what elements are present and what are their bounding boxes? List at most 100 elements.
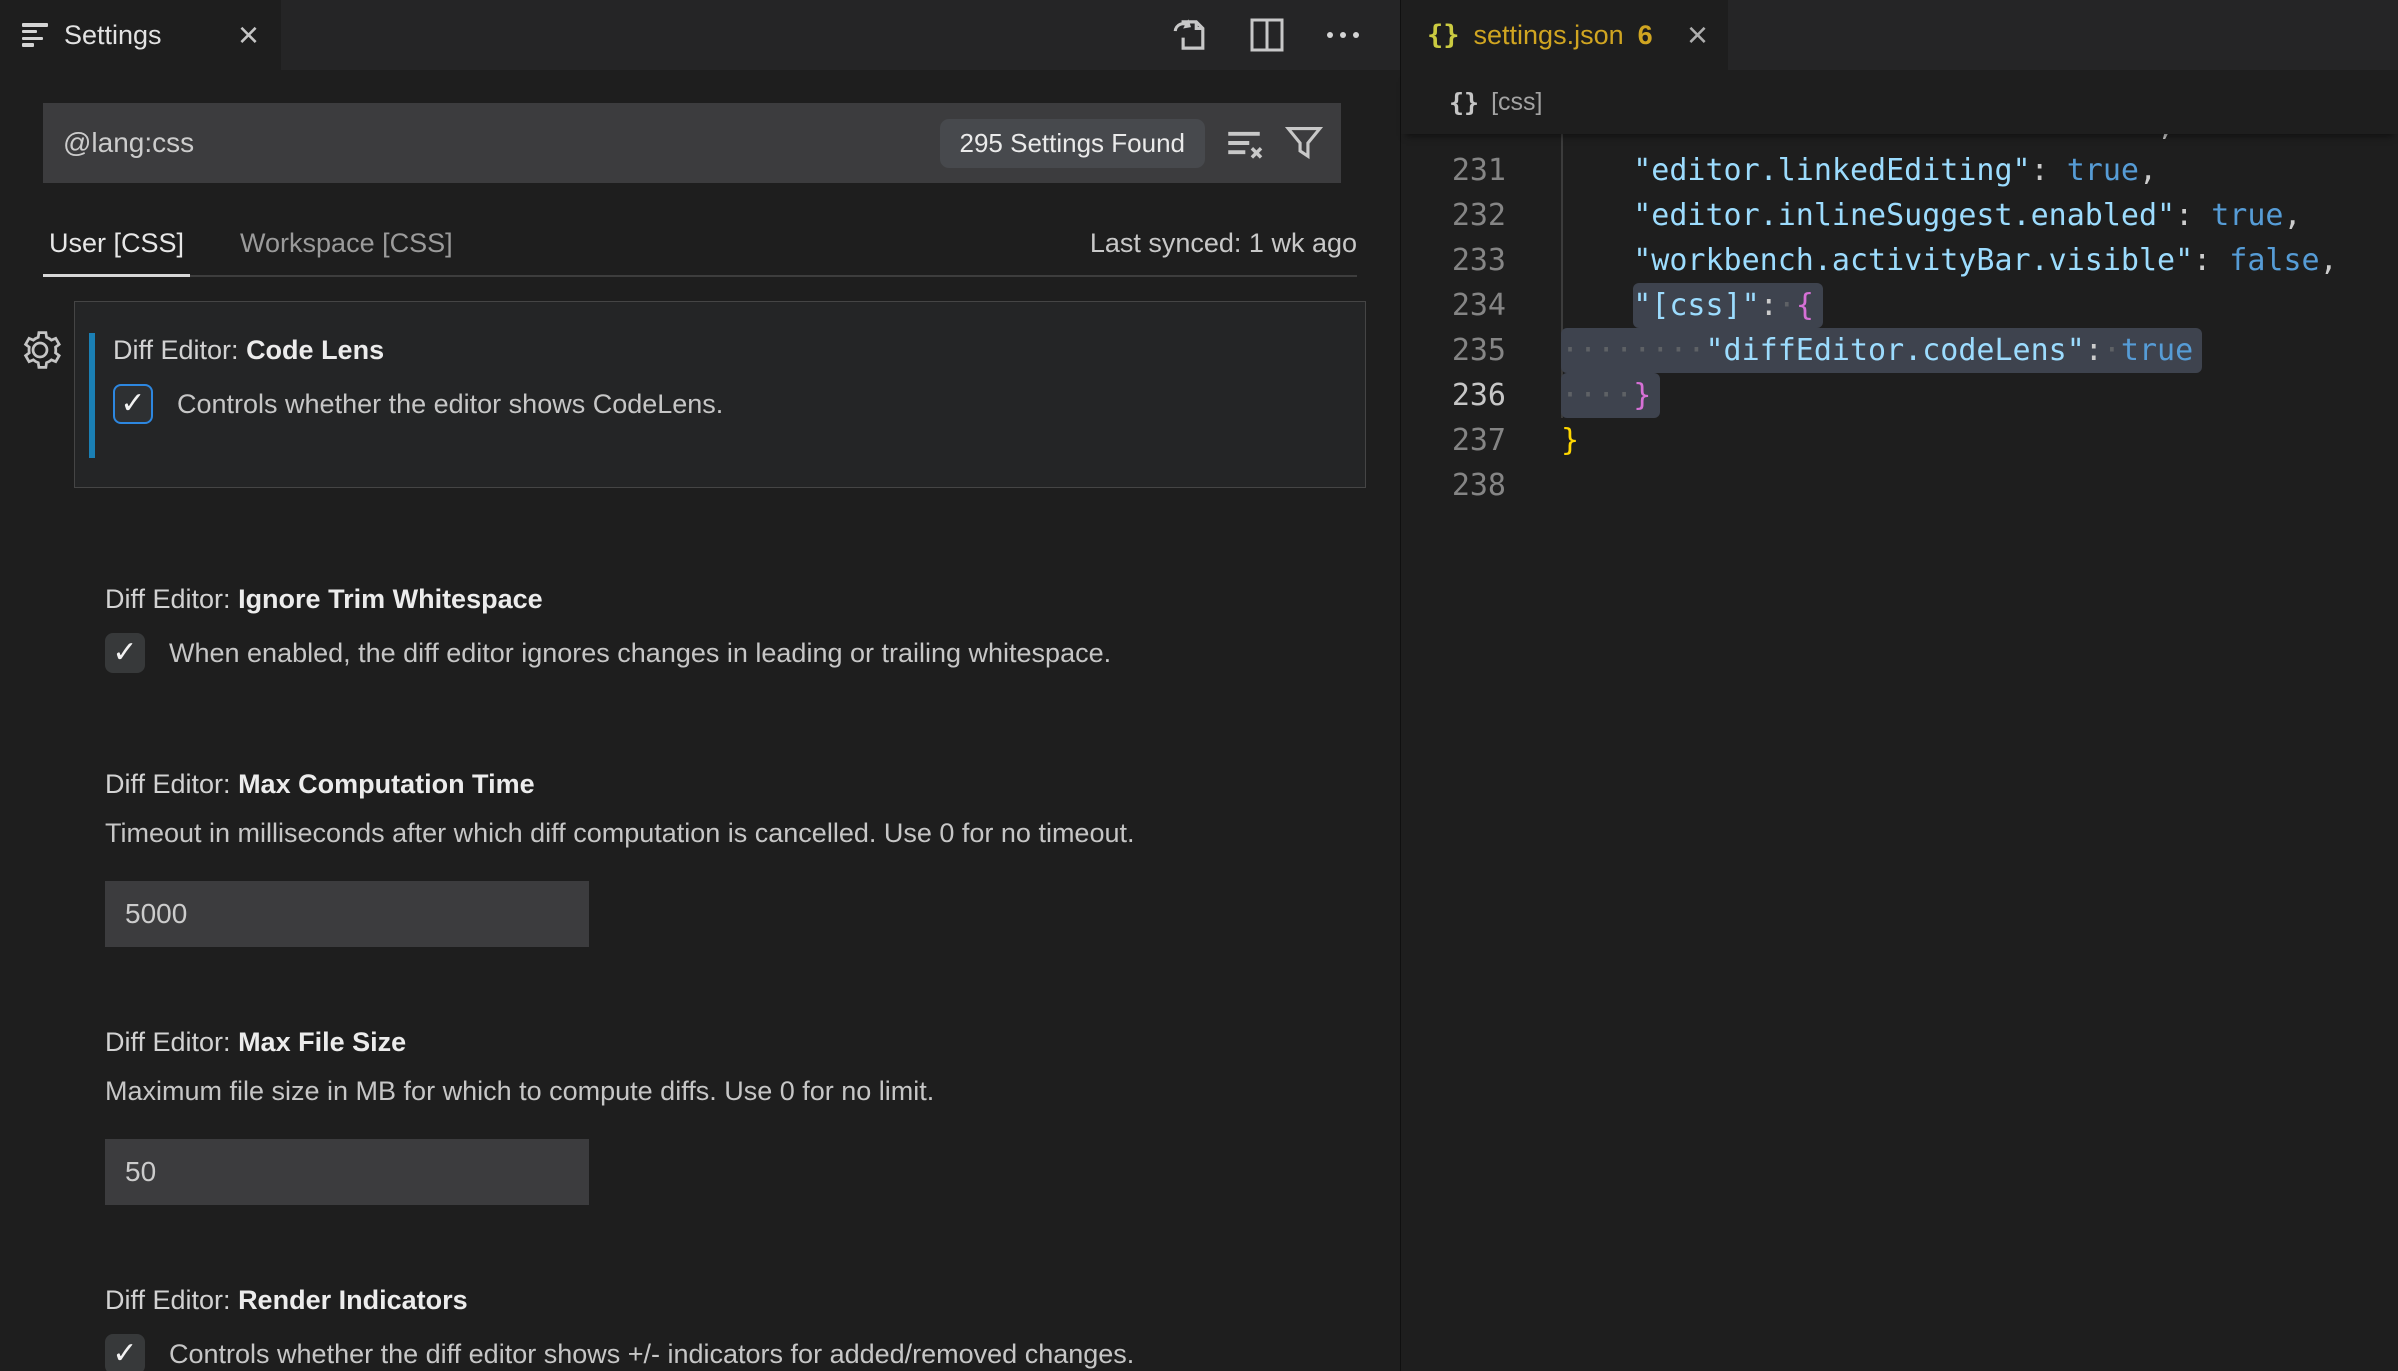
code-line[interactable]: 231 "editor.linkedEditing": true, [1401, 148, 2398, 193]
line-content: "editor.inlineSuggest.enabled": true, [1561, 193, 2398, 238]
code-area[interactable]: ,231 "editor.linkedEditing": true,232 "e… [1401, 134, 2398, 1371]
code-line[interactable]: 234 "[css]":·{ [1401, 283, 2398, 328]
setting-name-label: Max Computation Time [238, 769, 535, 799]
code-token: : [2085, 333, 2103, 368]
vscode-window: { "left": { "tab": { "label": "Settings"… [0, 0, 2398, 1371]
line-content: "editor.linkedEditing": true, [1561, 148, 2398, 193]
setting-description: Controls whether the editor shows CodeLe… [177, 389, 723, 420]
setting-title: Diff Editor: Max File Size [105, 1027, 1400, 1058]
setting-category-label: Diff Editor: [105, 1027, 238, 1057]
checkmark-icon: ✓ [112, 1339, 137, 1369]
line-content: "[css]":·{ [1561, 283, 2398, 328]
code-line[interactable]: , [1401, 134, 2398, 148]
close-icon[interactable]: × [238, 17, 259, 53]
open-settings-json-icon[interactable] [1170, 14, 1212, 56]
line-number [1401, 134, 1506, 148]
code-line[interactable]: 238 [1401, 463, 2398, 508]
code-line[interactable]: 233 "workbench.activityBar.visible": fal… [1401, 238, 2398, 283]
filter-icon[interactable] [1283, 122, 1325, 164]
setting-name-label: Max File Size [238, 1027, 406, 1057]
modified-indicator-bar [89, 333, 95, 458]
setting-title: Diff Editor: Render Indicators [105, 1285, 1400, 1316]
gear-icon[interactable] [18, 328, 62, 372]
line-content: , [1561, 134, 2398, 148]
code-token: } [1561, 423, 1579, 458]
setting-description: Controls whether the diff editor shows +… [169, 1339, 1134, 1370]
code-token: · [2103, 333, 2121, 368]
code-line[interactable]: 237} [1401, 418, 2398, 463]
line-number: 234 [1401, 283, 1506, 328]
close-icon[interactable]: × [1687, 17, 1708, 53]
code-token: : [2031, 153, 2067, 188]
setting-checkbox[interactable]: ✓ [105, 633, 145, 673]
more-actions-icon[interactable] [1322, 14, 1364, 56]
setting-description: When enabled, the diff editor ignores ch… [169, 638, 1111, 669]
line-content [1561, 463, 2398, 508]
code-token: true [2121, 333, 2193, 368]
setting-row[interactable]: Diff Editor: Render Indicators ✓ Controls … [105, 1285, 1400, 1371]
settings-count-badge: 295 Settings Found [940, 119, 1206, 168]
setting-row[interactable]: Diff Editor: Code Lens ✓ Controls whether … [74, 301, 1366, 488]
setting-control-row: ✓ When enabled, the diff editor ignores c… [105, 633, 1400, 673]
setting-category-label: Diff Editor: [105, 1285, 238, 1315]
code-line[interactable]: 235········"diffEditor.codeLens":·true [1401, 328, 2398, 373]
tab-settings[interactable]: Settings × [0, 0, 281, 70]
tab-problems-count: 6 [1638, 20, 1653, 51]
code-token: true [2067, 153, 2139, 188]
clear-filters-icon[interactable] [1223, 122, 1265, 164]
code-token: : [2175, 198, 2211, 233]
breadcrumb[interactable]: {} [css] [1401, 70, 2398, 134]
split-editor-icon[interactable] [1246, 14, 1288, 56]
scope-tab-workspace[interactable]: Workspace [CSS] [234, 209, 459, 277]
settings-list-icon [22, 23, 48, 47]
setting-checkbox[interactable]: ✓ [105, 1334, 145, 1371]
line-number: 232 [1401, 193, 1506, 238]
setting-description: Timeout in milliseconds after which diff… [105, 818, 1400, 849]
code-line[interactable]: 236····} [1401, 373, 2398, 418]
last-synced-label: Last synced: 1 wk ago [1090, 228, 1357, 259]
tab-settings-json[interactable]: {} settings.json 6 × [1401, 0, 1728, 70]
setting-name-label: Render Indicators [238, 1285, 468, 1315]
setting-title: Diff Editor: Ignore Trim Whitespace [105, 584, 1400, 615]
checkmark-icon: ✓ [112, 638, 137, 668]
settings-search-box: 295 Settings Found [43, 103, 1341, 183]
json-symbol-icon: {} [1449, 88, 1479, 117]
line-content: ····} [1561, 373, 2398, 418]
setting-row[interactable]: Diff Editor: Max File SizeMaximum file s… [105, 1027, 1400, 1205]
code-token: , [1561, 134, 2175, 143]
search-actions [1223, 122, 1325, 164]
setting-row[interactable]: Diff Editor: Max Computation TimeTimeout… [105, 769, 1400, 947]
settings-list: Diff Editor: Code Lens ✓ Controls whether … [0, 301, 1400, 1371]
scope-tab-user[interactable]: User [CSS] [43, 209, 190, 277]
line-content: "workbench.activityBar.visible": false, [1561, 238, 2398, 283]
setting-row[interactable]: Diff Editor: Ignore Trim Whitespace ✓ When… [105, 584, 1400, 673]
setting-control-row: ✓ Controls whether the diff editor shows … [105, 1334, 1400, 1371]
code-token [1561, 198, 1633, 233]
setting-title: Diff Editor: Code Lens [113, 335, 1365, 366]
code-token: , [2283, 198, 2301, 233]
left-tab-bar: Settings × [0, 0, 1400, 70]
settings-editor-pane: Settings × [0, 0, 1400, 1371]
line-number: 231 [1401, 148, 1506, 193]
json-file-icon: {} [1427, 20, 1460, 51]
editor-actions [1170, 0, 1364, 70]
search-input[interactable] [43, 127, 940, 159]
scope-tabs: User [CSS] Workspace [CSS] Last synced: … [43, 209, 1357, 277]
code-token: ········ [1561, 333, 1706, 368]
code-token: , [2320, 243, 2338, 278]
setting-number-input[interactable] [105, 881, 589, 947]
code-token: · [1778, 288, 1796, 323]
line-number: 233 [1401, 238, 1506, 283]
code-token: "[css]" [1633, 288, 1759, 323]
setting-category-label: Diff Editor: [113, 335, 246, 365]
code-line[interactable]: 232 "editor.inlineSuggest.enabled": true… [1401, 193, 2398, 238]
tab-settings-label: Settings [64, 20, 162, 51]
right-tab-bar: {} settings.json 6 × [1401, 0, 2398, 70]
setting-number-input[interactable] [105, 1139, 589, 1205]
checkmark-icon: ✓ [120, 389, 145, 419]
setting-category-label: Diff Editor: [105, 584, 238, 614]
breadcrumb-item-css[interactable]: [css] [1491, 88, 1542, 117]
setting-checkbox[interactable]: ✓ [113, 384, 153, 424]
code-token: : [1760, 288, 1778, 323]
code-token: "editor.linkedEditing" [1633, 153, 2030, 188]
